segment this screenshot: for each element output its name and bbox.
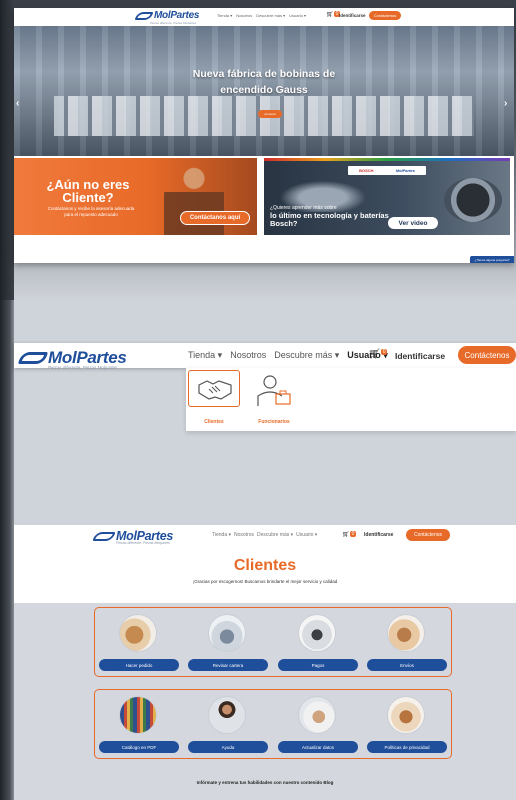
cart-icon: 🛒︎ [326, 12, 334, 18]
top-navbar: MolPartes Piezas diferente, Piezas Molpa… [14, 343, 516, 370]
cart-button[interactable]: 🛒︎ 0 [368, 349, 388, 360]
menu-descubre[interactable]: Descubre más ▾ [256, 13, 285, 18]
shipping-photo [387, 614, 425, 652]
molpartes-logo[interactable]: MolPartes Piezas diferente, Piezas Molpa… [92, 529, 173, 545]
left-edge-strip-lower [0, 300, 14, 800]
promo-become-client: ¿Aún no eres Cliente? Contáctanos y reci… [14, 158, 257, 235]
molpartes-logo[interactable]: MolPartes Piezas diferente, Piezas Molpa… [134, 10, 199, 25]
hero-carousel: Nueva fábrica de bobinas de encendido Ga… [14, 26, 514, 164]
contact-button[interactable]: Contáctenos [406, 529, 450, 541]
support-agent-photo [208, 696, 246, 734]
menu-tienda[interactable]: Tienda ▾ [188, 350, 222, 361]
card-envios[interactable]: Envíos [367, 612, 447, 672]
card-hacer-pedido[interactable]: Hacer pedido [99, 612, 179, 672]
promo-headline: lo último en tecnología y baterías Bosch… [270, 211, 389, 228]
menu-usuario[interactable]: Usuario ▾ [296, 532, 317, 538]
menu-tienda[interactable]: Tienda ▾ [217, 13, 232, 18]
promo-heading: ¿Aún no eres Cliente? [46, 177, 130, 205]
menu-tienda[interactable]: Tienda ▾ [212, 532, 231, 538]
top-navbar: MolPartes Piezas diferente, Piezas Molpa… [14, 525, 516, 545]
card-button[interactable]: Catálogo en PDF [99, 741, 179, 753]
page-header: Clientes ¡Gracias por escogernos! Buscam… [14, 545, 516, 603]
promo-subtext: Contáctanos y recibe la asesoría adecuad… [47, 206, 135, 217]
card-pagos[interactable]: Pagos [278, 612, 358, 672]
login-link[interactable]: Identificarse [339, 13, 366, 18]
card-catalogo-pdf[interactable]: Catálogo en PDF [99, 694, 179, 754]
logo-mark-icon [134, 11, 154, 20]
usuario-dropdown: Clientes Funcionarios [186, 368, 516, 431]
clientes-page-screenshot: MolPartes Piezas diferente, Piezas Molpa… [14, 525, 516, 800]
cart-icon: 🛒︎ [342, 532, 350, 538]
color-strip [264, 158, 510, 161]
blog-teaser[interactable]: Infórmate y entrena tus habilidades con … [14, 780, 516, 785]
login-link[interactable]: Identificarse [395, 351, 445, 361]
main-menu: Tienda ▾ Nosotros Descubre más ▾ Usuario… [212, 532, 317, 538]
form-writing-photo [298, 696, 336, 734]
main-menu: Tienda ▾ Nosotros Descubre más ▾ Usuario… [188, 350, 388, 361]
menu-descubre[interactable]: Descubre más ▾ [257, 532, 293, 538]
page-title: Clientes [233, 557, 297, 574]
menu-descubre[interactable]: Descubre más ▾ [274, 350, 339, 361]
login-link[interactable]: Identificarse [364, 532, 393, 538]
dropdown-label-clientes-wrap: Clientes [188, 370, 240, 425]
main-menu: Tienda ▾ Nosotros Descubre más ▾ Usuario… [217, 13, 306, 18]
page-subtitle: ¡Gracias por escogernos! Buscamos brinda… [192, 579, 338, 584]
card-button[interactable]: Políticas de privacidad [367, 741, 447, 753]
services-grid-row1: Hacer pedido Revisar cartera Pagos Envío… [94, 607, 452, 677]
card-politicas-privacidad[interactable]: Políticas de privacidad [367, 694, 447, 754]
contact-button[interactable]: Contáctenos [369, 11, 401, 20]
chat-tab[interactable]: ¿Tienes alguna pregunta? [470, 256, 514, 263]
menu-nosotros[interactable]: Nosotros [234, 532, 254, 538]
carousel-prev-icon[interactable]: ‹ [16, 98, 19, 109]
carousel-next-icon[interactable]: › [504, 98, 507, 109]
card-button[interactable]: Ayuda [188, 741, 268, 753]
catalog-shelves-photo [119, 696, 157, 734]
dropdown-label-clientes[interactable]: Clientes [188, 419, 240, 425]
privacy-photo [387, 696, 425, 734]
contact-button[interactable]: Contáctenos [458, 346, 516, 364]
card-button[interactable]: Revisar cartera [188, 659, 268, 671]
dropdown-label-funcionarios: Funcionarios [258, 419, 290, 425]
brand-logos: BOSCH MolPartes [348, 166, 426, 175]
documents-photo [208, 614, 246, 652]
menu-nosotros[interactable]: Nosotros [230, 350, 266, 361]
cart-icon: 🛒︎ [368, 349, 381, 360]
cart-badge: 0 [380, 349, 388, 355]
employee-icon [257, 375, 291, 406]
top-navbar: MolPartes Piezas diferente, Piezas Molpa… [14, 8, 514, 26]
menu-nosotros[interactable]: Nosotros [236, 13, 252, 18]
payment-photo [298, 614, 336, 652]
card-button[interactable]: Pagos [278, 659, 358, 671]
cart-button[interactable]: 🛒︎ 0 [342, 531, 357, 538]
card-actualizar-datos[interactable]: Actualizar datos [278, 694, 358, 754]
boxes-photo [119, 614, 157, 652]
menu-usuario[interactable]: Usuario ▾ [289, 13, 306, 18]
card-button[interactable]: Hacer pedido [99, 659, 179, 671]
services-grid-row2: Catálogo en PDF Ayuda Actualizar datos P… [94, 689, 452, 759]
battery-photo [444, 178, 502, 222]
menu-dropdown-screenshot: MolPartes Piezas diferente, Piezas Molpa… [14, 343, 516, 431]
molpartes-logo[interactable]: MolPartes Piezas diferente, Piezas Molpa… [17, 348, 127, 370]
promo-bosch-video: BOSCH MolPartes ¿Quieres aprender más so… [264, 158, 510, 235]
card-revisar-cartera[interactable]: Revisar cartera [188, 612, 268, 672]
card-ayuda[interactable]: Ayuda [188, 694, 268, 754]
cart-badge: 0 [349, 531, 357, 537]
card-button[interactable]: Actualizar datos [278, 741, 358, 753]
hero-cta-button[interactable]: ¡Conoce! [258, 110, 282, 118]
logo-mark-icon [92, 531, 116, 541]
watch-video-button[interactable]: Ver video [388, 217, 438, 229]
logo-mark-icon [17, 352, 49, 364]
contact-here-button[interactable]: Contáctanos aquí [180, 211, 250, 225]
dropdown-item-funcionarios[interactable]: Funcionarios [248, 370, 300, 425]
card-button[interactable]: Envíos [367, 659, 447, 671]
homepage-screenshot: MolPartes Piezas diferente, Piezas Molpa… [14, 8, 514, 263]
hero-title: Nueva fábrica de bobinas de encendido Ga… [192, 68, 336, 96]
